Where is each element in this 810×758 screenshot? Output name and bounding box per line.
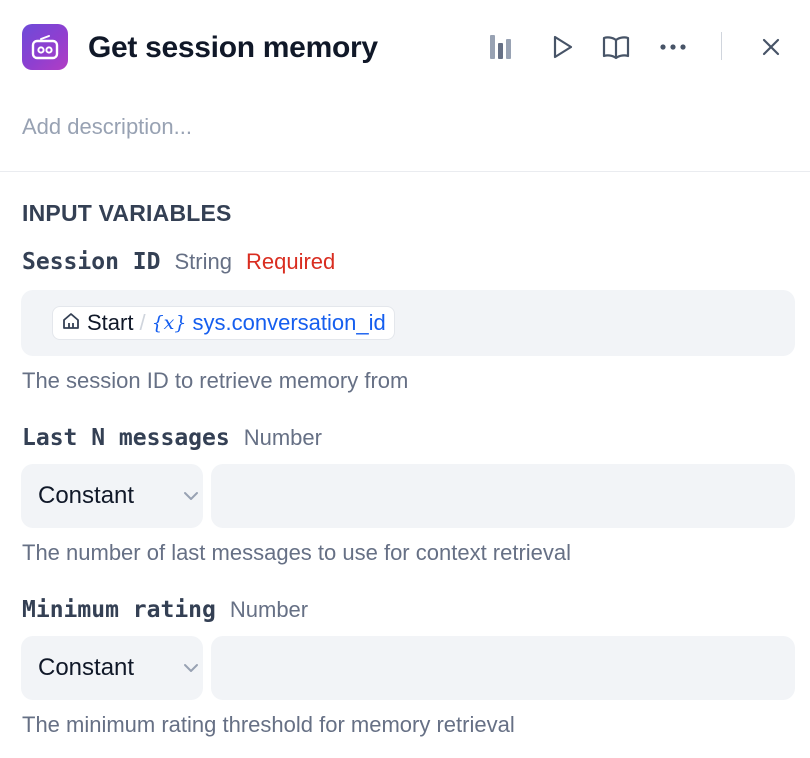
description-field[interactable]: Add description... [22, 112, 192, 142]
variable-label-minimum-rating: Minimum rating Number [22, 595, 308, 625]
variable-label-session-id: Session ID String Required [22, 247, 335, 277]
node-title[interactable]: Get session memory [88, 28, 378, 68]
section-divider [0, 171, 810, 172]
session-id-input[interactable]: Start / {x} sys.conversation_id [21, 290, 795, 356]
variable-icon: {x} [151, 312, 187, 334]
mode-select[interactable]: Constant [21, 464, 203, 528]
mode-select-label: Constant [38, 654, 135, 681]
section-title: INPUT VARIABLES [22, 200, 232, 226]
robot-icon [22, 24, 68, 70]
play-icon[interactable] [547, 30, 577, 64]
chevron-down-icon [182, 661, 200, 679]
chart-icon[interactable] [485, 30, 515, 64]
panel-header: Get session memory [0, 0, 810, 96]
variable-name: Session ID [22, 249, 161, 275]
book-icon[interactable] [601, 30, 631, 64]
variable-type: Number [243, 425, 322, 450]
variable-reference-chip[interactable]: Start / {x} sys.conversation_id [52, 306, 395, 340]
last-n-messages-value-input[interactable] [211, 464, 795, 528]
home-icon [61, 311, 81, 336]
minimum-rating-value-input[interactable] [211, 636, 795, 700]
reference-variable: sys.conversation_id [192, 310, 386, 335]
variable-label-last-n-messages: Last N messages Number [22, 423, 322, 453]
close-icon[interactable] [756, 30, 786, 64]
help-text: The minimum rating threshold for memory … [22, 712, 515, 737]
mode-select[interactable]: Constant [21, 636, 203, 700]
more-icon[interactable] [658, 30, 688, 64]
help-text: The number of last messages to use for c… [22, 540, 572, 565]
help-text: The session ID to retrieve memory from [22, 368, 409, 393]
reference-node: Start [87, 310, 134, 335]
variable-name: Last N messages [22, 425, 230, 451]
mode-select-label: Constant [38, 482, 135, 509]
chevron-down-icon [182, 489, 200, 507]
required-badge: Required [245, 249, 336, 274]
variable-type: String [174, 249, 232, 274]
variable-type: Number [229, 597, 309, 622]
reference-separator: / [139, 310, 146, 335]
header-divider [721, 32, 722, 60]
variable-name: Minimum rating [22, 597, 216, 623]
